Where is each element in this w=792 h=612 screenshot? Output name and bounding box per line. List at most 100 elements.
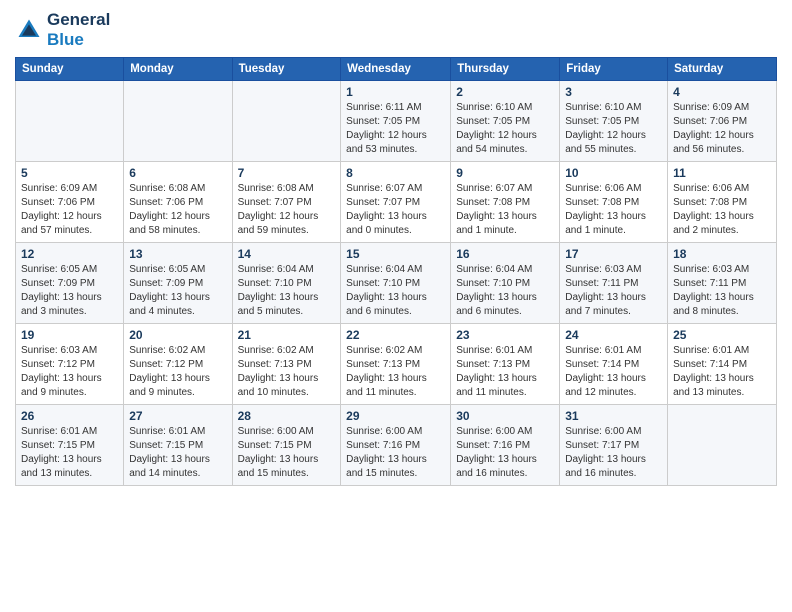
- calendar-cell: 10 Sunrise: 6:06 AMSunset: 7:08 PMDayligh…: [560, 162, 668, 243]
- calendar-cell: 19 Sunrise: 6:03 AMSunset: 7:12 PMDayligh…: [16, 324, 124, 405]
- calendar-cell: 27 Sunrise: 6:01 AMSunset: 7:15 PMDayligh…: [124, 405, 232, 486]
- day-number: 7: [238, 166, 336, 180]
- day-info: Sunrise: 6:10 AMSunset: 7:05 PMDaylight:…: [456, 101, 554, 157]
- calendar-cell: 5Sunrise: 6:09 AMSunset: 7:06 PMDaylight…: [16, 162, 124, 243]
- calendar-week-row: 12 Sunrise: 6:05 AMSunset: 7:09 PMDayligh…: [16, 243, 777, 324]
- weekday-header-sunday: Sunday: [16, 58, 124, 81]
- day-number: 17: [565, 247, 662, 261]
- day-info: Sunrise: 6:03 AMSunset: 7:12 PMDaylight:…: [21, 344, 118, 400]
- day-info: Sunrise: 6:02 AMSunset: 7:13 PMDaylight:…: [346, 344, 445, 400]
- day-number: 23: [456, 328, 554, 342]
- calendar-cell: 30 Sunrise: 6:00 AMSunset: 7:16 PMDayligh…: [451, 405, 560, 486]
- calendar-cell: 3 Sunrise: 6:10 AMSunset: 7:05 PMDaylight…: [560, 81, 668, 162]
- calendar-cell: 9Sunrise: 6:07 AMSunset: 7:08 PMDaylight…: [451, 162, 560, 243]
- calendar-week-row: 5Sunrise: 6:09 AMSunset: 7:06 PMDaylight…: [16, 162, 777, 243]
- weekday-header-saturday: Saturday: [668, 58, 777, 81]
- calendar-cell: 2 Sunrise: 6:10 AMSunset: 7:05 PMDaylight…: [451, 81, 560, 162]
- calendar-cell: 14 Sunrise: 6:04 AMSunset: 7:10 PMDayligh…: [232, 243, 341, 324]
- day-number: 31: [565, 409, 662, 423]
- calendar-cell: 7 Sunrise: 6:08 AMSunset: 7:07 PMDaylight…: [232, 162, 341, 243]
- calendar-cell: 25 Sunrise: 6:01 AMSunset: 7:14 PMDayligh…: [668, 324, 777, 405]
- day-info: Sunrise: 6:11 AMSunset: 7:05 PMDaylight:…: [346, 101, 445, 157]
- day-number: 4: [673, 85, 771, 99]
- calendar-cell: [124, 81, 232, 162]
- calendar-page: General Blue SundayMondayTuesdayWednesda…: [0, 0, 792, 612]
- calendar-cell: 28 Sunrise: 6:00 AMSunset: 7:15 PMDayligh…: [232, 405, 341, 486]
- day-number: 26: [21, 409, 118, 423]
- day-info: Sunrise: 6:04 AMSunset: 7:10 PMDaylight:…: [238, 263, 336, 319]
- day-number: 15: [346, 247, 445, 261]
- day-number: 30: [456, 409, 554, 423]
- day-info: Sunrise: 6:00 AMSunset: 7:16 PMDaylight:…: [346, 425, 445, 481]
- day-info: Sunrise: 6:08 AMSunset: 7:07 PMDaylight:…: [238, 182, 336, 238]
- day-info: Sunrise: 6:09 AMSunset: 7:06 PMDaylight:…: [673, 101, 771, 157]
- day-info: Sunrise: 6:00 AMSunset: 7:16 PMDaylight:…: [456, 425, 554, 481]
- weekday-header-tuesday: Tuesday: [232, 58, 341, 81]
- day-number: 24: [565, 328, 662, 342]
- day-number: 25: [673, 328, 771, 342]
- day-number: 1: [346, 85, 445, 99]
- calendar-cell: 18 Sunrise: 6:03 AMSunset: 7:11 PMDayligh…: [668, 243, 777, 324]
- day-info: Sunrise: 6:05 AMSunset: 7:09 PMDaylight:…: [21, 263, 118, 319]
- day-info: Sunrise: 6:01 AMSunset: 7:15 PMDaylight:…: [129, 425, 226, 481]
- calendar-cell: 8 Sunrise: 6:07 AMSunset: 7:07 PMDaylight…: [341, 162, 451, 243]
- calendar-cell: 20Sunrise: 6:02 AMSunset: 7:12 PMDayligh…: [124, 324, 232, 405]
- day-info: Sunrise: 6:04 AMSunset: 7:10 PMDaylight:…: [346, 263, 445, 319]
- day-info: Sunrise: 6:01 AMSunset: 7:14 PMDaylight:…: [673, 344, 771, 400]
- calendar-cell: 11 Sunrise: 6:06 AMSunset: 7:08 PMDayligh…: [668, 162, 777, 243]
- day-info: Sunrise: 6:03 AMSunset: 7:11 PMDaylight:…: [673, 263, 771, 319]
- weekday-header-wednesday: Wednesday: [341, 58, 451, 81]
- day-info: Sunrise: 6:04 AMSunset: 7:10 PMDaylight:…: [456, 263, 554, 319]
- calendar-cell: 24 Sunrise: 6:01 AMSunset: 7:14 PMDayligh…: [560, 324, 668, 405]
- calendar-cell: 21 Sunrise: 6:02 AMSunset: 7:13 PMDayligh…: [232, 324, 341, 405]
- calendar-cell: 29 Sunrise: 6:00 AMSunset: 7:16 PMDayligh…: [341, 405, 451, 486]
- day-number: 27: [129, 409, 226, 423]
- day-info: Sunrise: 6:02 AMSunset: 7:12 PMDaylight:…: [129, 344, 226, 400]
- day-number: 3: [565, 85, 662, 99]
- day-number: 29: [346, 409, 445, 423]
- calendar-cell: 26 Sunrise: 6:01 AMSunset: 7:15 PMDayligh…: [16, 405, 124, 486]
- calendar-week-row: 1 Sunrise: 6:11 AMSunset: 7:05 PMDaylight…: [16, 81, 777, 162]
- day-number: 16: [456, 247, 554, 261]
- day-info: Sunrise: 6:06 AMSunset: 7:08 PMDaylight:…: [565, 182, 662, 238]
- calendar-cell: 1 Sunrise: 6:11 AMSunset: 7:05 PMDaylight…: [341, 81, 451, 162]
- day-info: Sunrise: 6:00 AMSunset: 7:17 PMDaylight:…: [565, 425, 662, 481]
- calendar-cell: [668, 405, 777, 486]
- calendar-cell: 13 Sunrise: 6:05 AMSunset: 7:09 PMDayligh…: [124, 243, 232, 324]
- calendar-cell: 31 Sunrise: 6:00 AMSunset: 7:17 PMDayligh…: [560, 405, 668, 486]
- day-number: 21: [238, 328, 336, 342]
- day-info: Sunrise: 6:00 AMSunset: 7:15 PMDaylight:…: [238, 425, 336, 481]
- day-info: Sunrise: 6:07 AMSunset: 7:07 PMDaylight:…: [346, 182, 445, 238]
- calendar-cell: 17 Sunrise: 6:03 AMSunset: 7:11 PMDayligh…: [560, 243, 668, 324]
- calendar-cell: 22Sunrise: 6:02 AMSunset: 7:13 PMDayligh…: [341, 324, 451, 405]
- day-number: 2: [456, 85, 554, 99]
- day-number: 19: [21, 328, 118, 342]
- logo-text: General Blue: [47, 10, 110, 49]
- day-number: 18: [673, 247, 771, 261]
- day-info: Sunrise: 6:06 AMSunset: 7:08 PMDaylight:…: [673, 182, 771, 238]
- day-number: 10: [565, 166, 662, 180]
- calendar-cell: 16 Sunrise: 6:04 AMSunset: 7:10 PMDayligh…: [451, 243, 560, 324]
- calendar-cell: 4 Sunrise: 6:09 AMSunset: 7:06 PMDaylight…: [668, 81, 777, 162]
- day-number: 14: [238, 247, 336, 261]
- day-number: 12: [21, 247, 118, 261]
- day-info: Sunrise: 6:03 AMSunset: 7:11 PMDaylight:…: [565, 263, 662, 319]
- day-number: 13: [129, 247, 226, 261]
- day-number: 8: [346, 166, 445, 180]
- day-info: Sunrise: 6:01 AMSunset: 7:13 PMDaylight:…: [456, 344, 554, 400]
- day-info: Sunrise: 6:05 AMSunset: 7:09 PMDaylight:…: [129, 263, 226, 319]
- day-number: 9: [456, 166, 554, 180]
- weekday-header-monday: Monday: [124, 58, 232, 81]
- day-info: Sunrise: 6:08 AMSunset: 7:06 PMDaylight:…: [129, 182, 226, 238]
- day-info: Sunrise: 6:01 AMSunset: 7:14 PMDaylight:…: [565, 344, 662, 400]
- page-header: General Blue: [15, 10, 777, 49]
- calendar-week-row: 26 Sunrise: 6:01 AMSunset: 7:15 PMDayligh…: [16, 405, 777, 486]
- day-number: 11: [673, 166, 771, 180]
- day-info: Sunrise: 6:01 AMSunset: 7:15 PMDaylight:…: [21, 425, 118, 481]
- day-info: Sunrise: 6:10 AMSunset: 7:05 PMDaylight:…: [565, 101, 662, 157]
- day-info: Sunrise: 6:02 AMSunset: 7:13 PMDaylight:…: [238, 344, 336, 400]
- calendar-cell: 15 Sunrise: 6:04 AMSunset: 7:10 PMDayligh…: [341, 243, 451, 324]
- calendar-table: SundayMondayTuesdayWednesdayThursdayFrid…: [15, 57, 777, 486]
- day-number: 5: [21, 166, 118, 180]
- day-number: 28: [238, 409, 336, 423]
